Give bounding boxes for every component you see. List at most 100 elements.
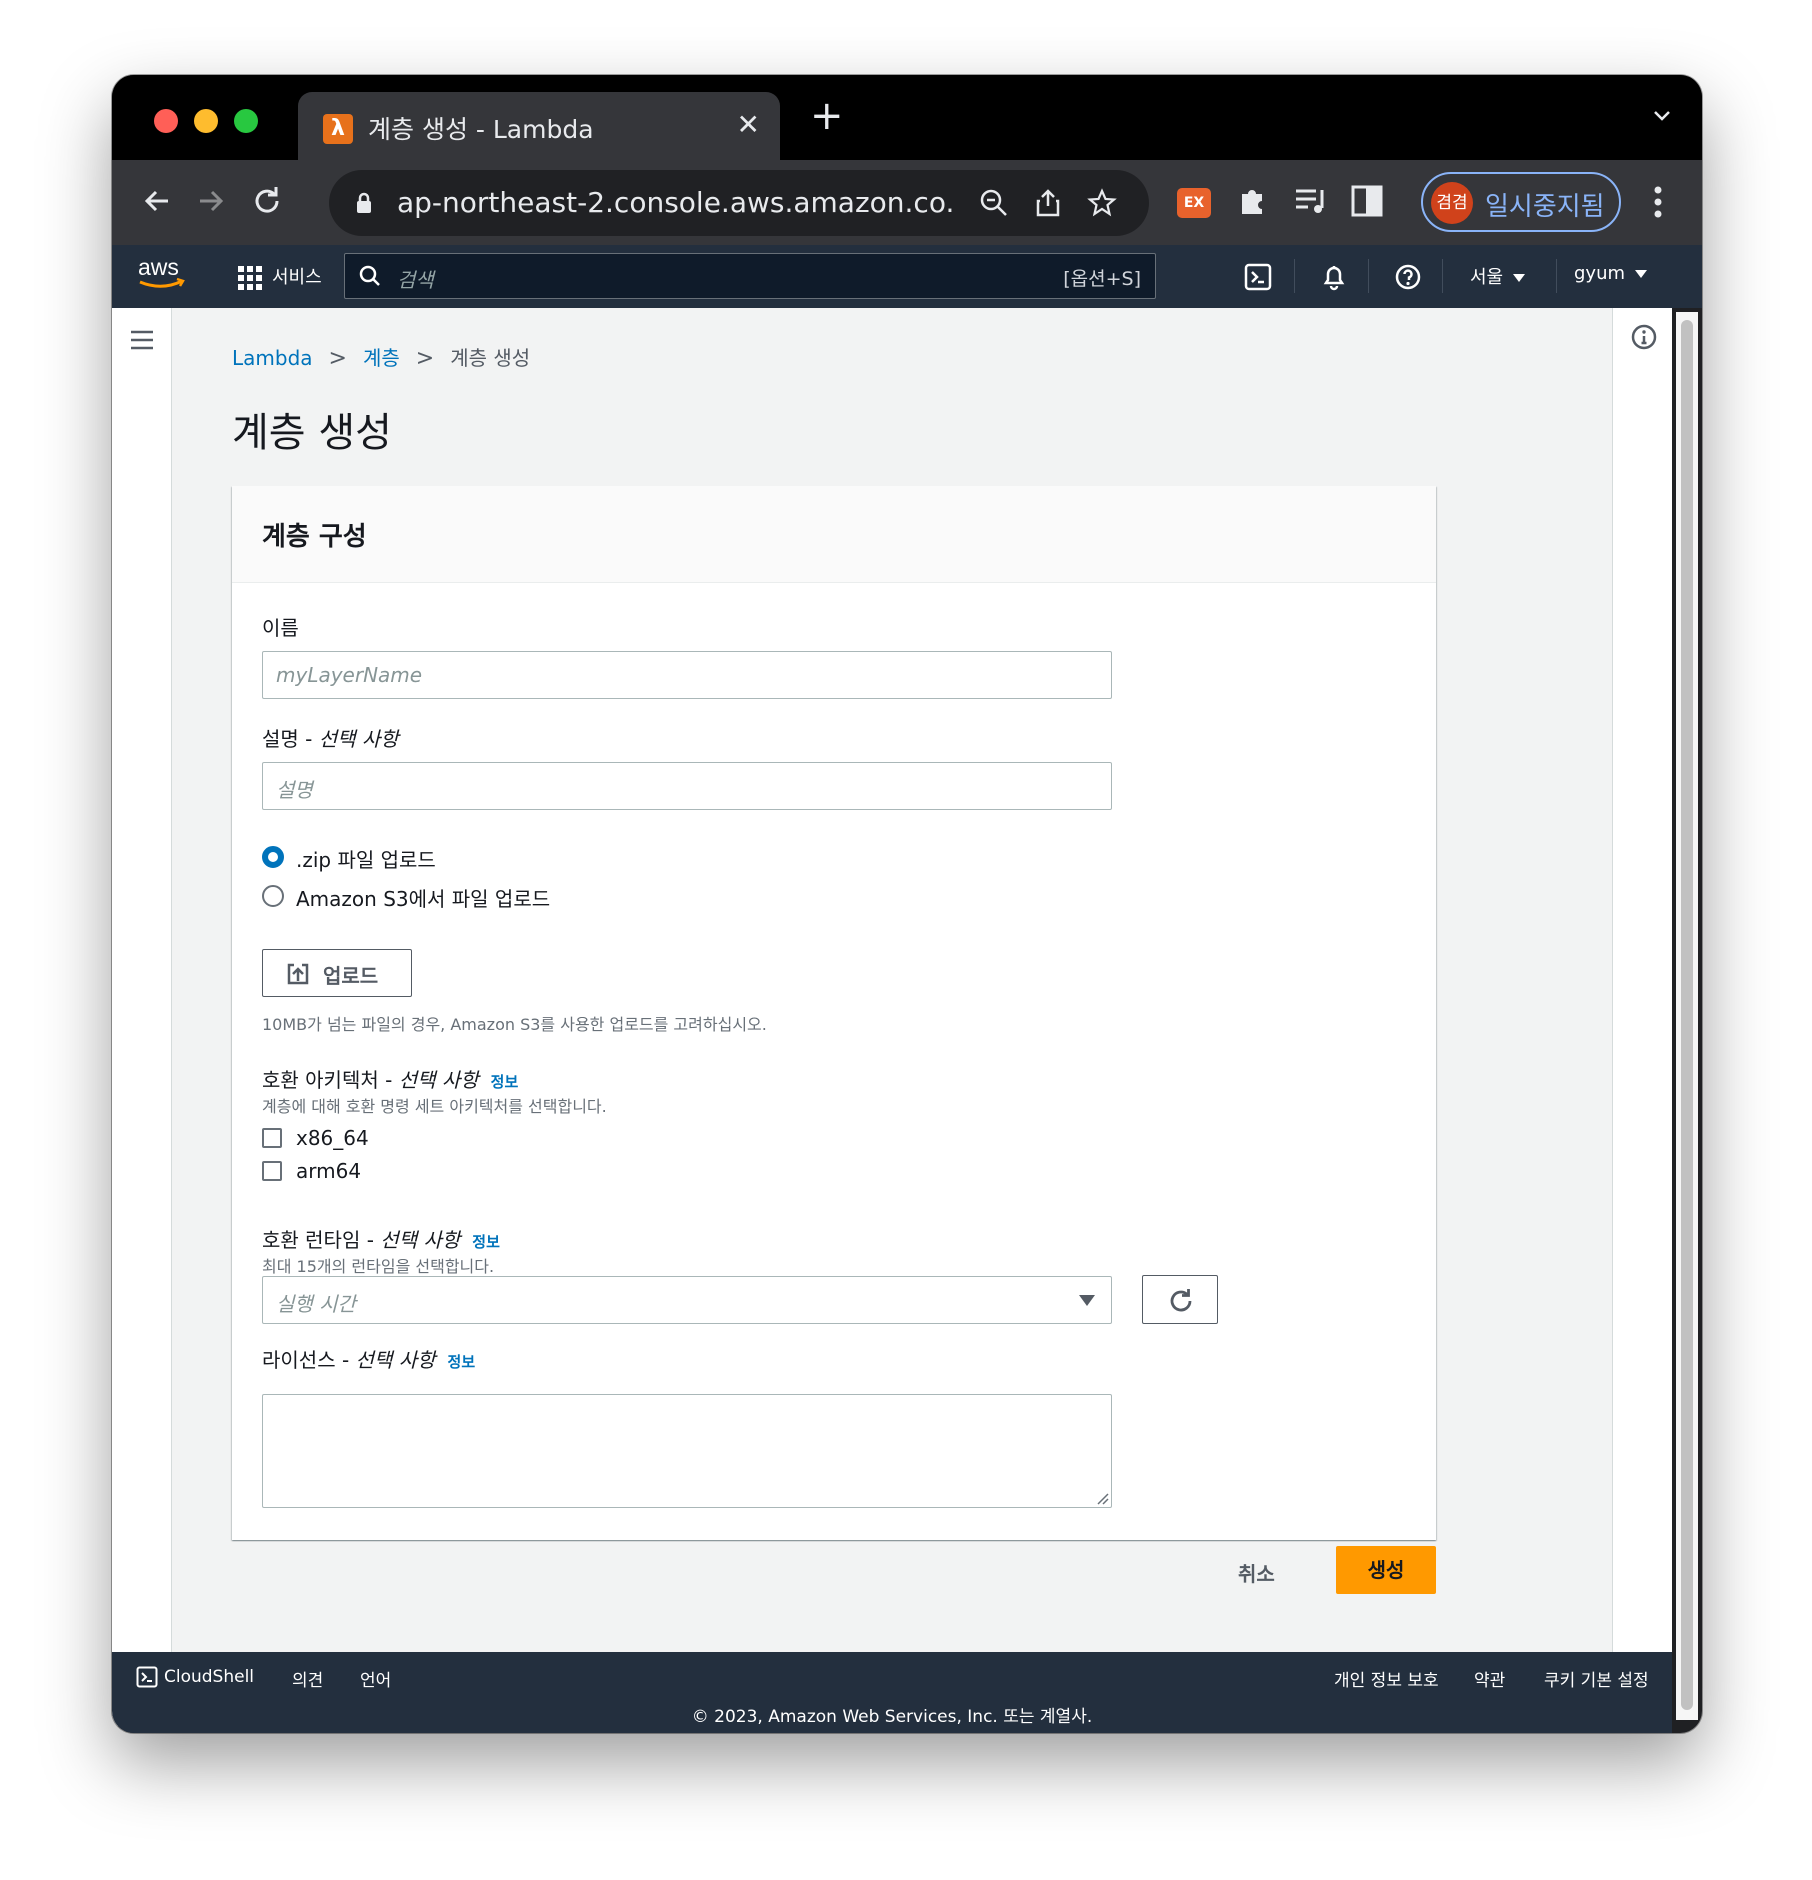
architectures-label: 호환 아키텍처 - 선택 사항 정보 [262,1068,519,1092]
profile-status: 일시중지됨 [1485,192,1605,222]
breadcrumb: Lambda > 계층 > 계층 생성 [232,342,530,371]
checkbox[interactable] [262,1161,282,1181]
profile-button[interactable]: 겸겸 일시중지됨 [1421,172,1621,232]
license-label: 라이선스 - 선택 사항 정보 [262,1348,476,1372]
extension-ex-icon[interactable]: EX [1177,188,1211,218]
footer-terms-link[interactable]: 약관 [1474,1666,1505,1691]
tab-search-chevron-icon[interactable] [1652,105,1672,125]
browser-window: λ 계층 생성 - Lambda ✕ + ap-northeast-2.cons… [112,75,1702,1733]
aws-logo-icon[interactable]: aws [136,253,196,293]
optional-tag: 선택 사항 [380,1228,461,1252]
radio-button-selected[interactable] [262,846,284,868]
browser-toolbar: ap-northeast-2.console.aws.amazon.co... … [112,160,1702,245]
page-scrollbar[interactable] [1676,312,1698,1720]
container-title: 계층 구성 [262,522,367,552]
footer-copyright: © 2023, Amazon Web Services, Inc. 또는 계열사… [691,1707,1093,1727]
upload-button[interactable]: 업로드 [262,949,412,997]
avatar: 겸겸 [1431,182,1473,224]
hamburger-menu-icon[interactable] [130,330,154,350]
tab-bar: λ 계층 생성 - Lambda ✕ + [112,75,1702,160]
upload-icon [287,963,309,985]
lambda-favicon-icon: λ [323,114,353,144]
footer-cloudshell-link[interactable]: CloudShell [136,1666,254,1688]
side-panel-icon[interactable] [1348,182,1386,220]
search-input[interactable]: 검색 [옵션+S] [344,253,1156,299]
scrollbar-thumb[interactable] [1681,320,1693,1710]
bookmark-star-icon[interactable] [1087,188,1117,218]
runtimes-info-link[interactable]: 정보 [472,1233,500,1251]
name-label: 이름 [262,616,299,640]
radio-label: Amazon S3에서 파일 업로드 [296,887,551,911]
maximize-window-button[interactable] [234,109,258,133]
region-selector[interactable]: 서울 [1470,263,1526,289]
forward-arrow-icon[interactable] [194,184,228,218]
footer-language-link[interactable]: 언어 [360,1666,391,1691]
runtimes-select[interactable]: 실행 시간 [262,1276,1112,1324]
architectures-description: 계층에 대해 호환 명령 세트 아키텍처를 선택합니다. [262,1097,607,1116]
header-divider [1442,259,1443,293]
optional-tag: 선택 사항 [318,727,399,751]
runtimes-description: 최대 15개의 런타임을 선택합니다. [262,1257,495,1276]
chevron-right-icon: > [415,346,435,371]
cancel-button[interactable]: 취소 [1238,1558,1275,1587]
svg-text:aws: aws [138,254,179,280]
breadcrumb-lambda-link[interactable]: Lambda [232,346,313,370]
address-bar[interactable]: ap-northeast-2.console.aws.amazon.co... [329,170,1149,236]
refresh-runtimes-button[interactable] [1142,1275,1218,1324]
extensions-puzzle-icon[interactable] [1234,182,1272,220]
radio-button[interactable] [262,885,284,907]
footer-privacy-link[interactable]: 개인 정보 보호 [1334,1666,1439,1691]
layer-name-input[interactable]: myLayerName [262,651,1112,699]
runtimes-placeholder: 실행 시간 [276,1292,356,1316]
chevron-right-icon: > [328,346,347,371]
account-label: gyum [1574,263,1626,284]
footer-feedback-link[interactable]: 의견 [292,1666,323,1691]
checkbox[interactable] [262,1128,282,1148]
description-input[interactable]: 설명 [262,762,1112,810]
resize-handle-icon[interactable] [1095,1491,1109,1505]
browser-tab[interactable]: λ 계층 생성 - Lambda ✕ [298,92,780,160]
upload-hint: 10MB가 넘는 파일의 경우, Amazon S3를 사용한 업로드를 고려하… [262,1015,767,1034]
services-menu-button[interactable]: 서비스 [238,263,322,291]
optional-tag: 선택 사항 [398,1068,479,1092]
breadcrumb-layers-link[interactable]: 계층 [363,346,400,370]
create-button[interactable]: 생성 [1336,1546,1436,1594]
caret-down-icon [1079,1295,1095,1306]
console-footer: CloudShell 의견 언어 개인 정보 보호 약관 쿠키 기본 설정 © … [112,1652,1672,1733]
search-shortcut: [옵션+S] [1063,268,1141,290]
notifications-bell-icon[interactable] [1320,263,1348,291]
browser-menu-icon[interactable] [1654,184,1662,220]
license-info-link[interactable]: 정보 [448,1353,476,1371]
footer-cookie-link[interactable]: 쿠키 기본 설정 [1544,1666,1649,1691]
new-tab-button[interactable]: + [810,93,844,139]
layer-name-placeholder: myLayerName [276,663,423,687]
container-header: 계층 구성 [232,486,1436,583]
description-placeholder: 설명 [276,778,313,802]
url-text: ap-northeast-2.console.aws.amazon.co... [397,186,957,219]
architectures-info-link[interactable]: 정보 [491,1073,519,1091]
close-window-button[interactable] [154,109,178,133]
zoom-icon[interactable] [979,188,1009,218]
page-title: 계층 생성 [232,410,392,456]
checkbox-label: x86_64 [296,1126,369,1150]
reload-icon[interactable] [250,184,284,218]
tab-close-icon[interactable]: ✕ [737,108,760,141]
cloudshell-icon [136,1666,158,1688]
account-menu[interactable]: gyum [1574,263,1648,284]
layer-config-container: 계층 구성 이름 myLayerName 설명 - 선택 사항 설명 .zip … [232,486,1436,1540]
help-question-icon[interactable] [1394,263,1422,291]
media-queue-icon[interactable] [1292,182,1330,220]
lock-icon [357,192,371,213]
cloudshell-icon[interactable] [1244,263,1272,291]
caret-down-icon [1513,274,1526,282]
license-textarea[interactable] [262,1394,1112,1508]
share-icon[interactable] [1033,188,1063,218]
search-placeholder: 검색 [397,268,434,292]
optional-tag: 선택 사항 [355,1348,436,1372]
back-arrow-icon[interactable] [140,184,174,218]
caret-down-icon [1635,270,1648,278]
info-panel-icon[interactable] [1631,324,1657,350]
minimize-window-button[interactable] [194,109,218,133]
upload-button-label: 업로드 [323,964,379,988]
radio-label: .zip 파일 업로드 [296,848,436,872]
